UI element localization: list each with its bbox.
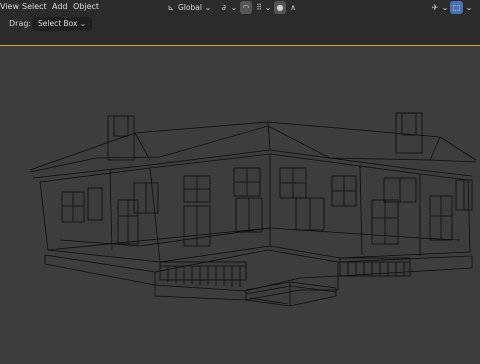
chevron-down-icon: ⌄ (230, 3, 238, 12)
3d-viewport[interactable] (0, 46, 480, 360)
left-railing (159, 261, 247, 281)
pivot-icon[interactable]: ∂ (218, 1, 230, 14)
roof-ridge-line (29, 121, 477, 171)
top-header: View Select Add Object ⊾ Global ⌄ ∂ ⌄ ◠ … (0, 0, 480, 16)
right-chimney (395, 112, 423, 154)
chevron-down-icon: ⌄ (79, 19, 87, 28)
menu-object[interactable]: Object (73, 2, 99, 11)
drag-label: Drag: (9, 19, 32, 28)
menu-view[interactable]: View (0, 2, 19, 11)
overlay-icon[interactable]: ✈ (428, 1, 442, 14)
menu-select[interactable]: Select (22, 2, 47, 11)
menu-add[interactable]: Add (52, 2, 68, 11)
xray-toggle-icon[interactable]: ⬚ (450, 1, 463, 14)
house-wireframe (29, 112, 477, 307)
select-box-value: Select Box (38, 19, 78, 28)
chevron-down-icon: ⌄ (264, 3, 272, 12)
tool-settings-header: Drag: Select Box ⌄ (0, 16, 480, 46)
front-steps (245, 281, 337, 307)
chevron-down-icon: ⌄ (441, 3, 449, 12)
select-box-dropdown[interactable]: Select Box ⌄ (32, 17, 93, 31)
snap-magnet-icon[interactable]: ◠ (240, 1, 252, 14)
falloff-icon[interactable]: ∧ (288, 1, 298, 14)
chevron-down-icon: ⌄ (204, 3, 212, 12)
transform-orientation-icon: ⊾ (167, 3, 175, 12)
chevron-down-icon: ⌄ (465, 3, 473, 12)
proportional-edit-icon[interactable]: ● (274, 1, 286, 14)
orientation-dropdown[interactable]: Global (178, 2, 202, 14)
